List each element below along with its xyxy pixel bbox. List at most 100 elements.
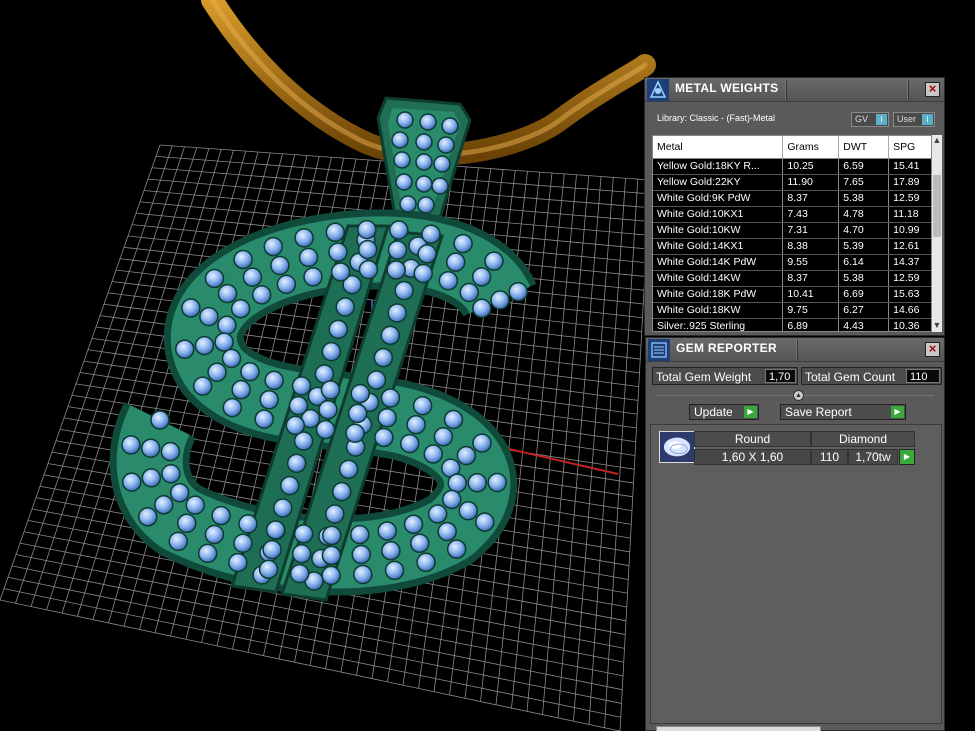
gem-stone (456, 445, 477, 466)
gem-stone (233, 249, 253, 270)
gem-stone (199, 306, 219, 327)
report-icon (648, 339, 670, 361)
total-gem-count-label: Total Gem Count (805, 370, 896, 384)
gem-stone (393, 151, 411, 169)
gem-stone (484, 251, 504, 271)
spg-cell: 17.89 (888, 174, 931, 191)
gem-stone (421, 224, 441, 244)
column-header-metal[interactable]: Metal (653, 136, 784, 159)
dollar-sign-pendant[interactable] (109, 96, 537, 602)
gem-stone (264, 370, 284, 391)
gem-list-scrollbar[interactable] (656, 726, 821, 731)
gem-reporter-titlebar[interactable]: GEM REPORTER × (646, 338, 944, 362)
table-row[interactable]: Yellow Gold:18KY R... 10.25 6.59 15.41 (653, 158, 931, 175)
gem-stone (303, 267, 323, 287)
metal-table-container[interactable]: Metal Grams DWT SPG Yellow Gold:18KY R..… (652, 135, 932, 332)
column-header-grams[interactable]: Grams (782, 136, 840, 159)
table-row[interactable]: White Gold:14KW 8.37 5.38 12.59 (653, 270, 931, 287)
gem-stone (230, 298, 251, 319)
table-row[interactable]: White Gold:10KW 7.31 4.70 10.99 (653, 222, 931, 239)
gem-stone (487, 472, 507, 493)
column-header-spg[interactable]: SPG (888, 136, 931, 159)
gem-stone (197, 543, 218, 564)
gem-stone (445, 252, 466, 272)
gem-stone (211, 505, 231, 526)
gem-stone (325, 222, 346, 243)
gem-stone (174, 339, 195, 359)
gv-toggle[interactable]: GV I (851, 112, 889, 127)
gem-stone (399, 195, 417, 213)
gem-stone (351, 544, 372, 565)
gem-stone (373, 347, 394, 368)
gem-stone (387, 240, 408, 260)
gem-stone (331, 481, 352, 502)
dwt-cell: 6.59 (838, 158, 890, 175)
close-icon[interactable]: × (925, 82, 940, 97)
table-row[interactable]: White Gold:9K PdW 8.37 5.38 12.59 (653, 190, 931, 207)
scroll-down-icon[interactable]: ▼ (932, 320, 942, 332)
table-row[interactable]: Yellow Gold:22KY 11.90 7.65 17.89 (653, 174, 931, 191)
gem-stone (437, 136, 455, 154)
spg-cell: 15.41 (888, 158, 931, 175)
scrollbar-thumb[interactable] (933, 175, 941, 237)
table-row[interactable]: Silver:.925 Sterling 6.89 4.43 10.36 (653, 318, 931, 331)
metal-table-scrollbar[interactable]: ▲ ▼ (932, 135, 942, 332)
gem-stone (433, 155, 451, 173)
gem-stone (347, 403, 368, 424)
gem-stone (251, 285, 272, 305)
gem-go-button[interactable]: ▶ (899, 449, 915, 465)
gem-stone (177, 513, 197, 534)
spg-cell: 10.99 (888, 222, 931, 239)
gem-stone (285, 415, 306, 436)
gem-stone (471, 267, 492, 287)
gem-stone (427, 504, 448, 524)
gem-stone (322, 525, 342, 546)
user-toggle[interactable]: User I (893, 112, 935, 127)
gem-stone (475, 512, 495, 532)
table-row[interactable]: White Gold:14KX1 8.38 5.39 12.61 (653, 238, 931, 255)
save-report-button[interactable]: Save Report ▶ (780, 404, 906, 420)
gem-stone (321, 565, 341, 586)
gem-stone (353, 564, 373, 585)
collapse-icon[interactable]: ▲ (793, 390, 804, 401)
total-gem-count: Total Gem Count 110 (801, 367, 942, 385)
scroll-up-icon[interactable]: ▲ (932, 135, 942, 147)
spg-cell: 11.18 (888, 206, 931, 223)
gem-stone (293, 524, 314, 544)
gem-stone (472, 298, 492, 319)
gem-stone (399, 433, 420, 454)
gem-stone (150, 410, 170, 430)
table-row[interactable]: White Gold:10KX1 7.43 4.78 11.18 (653, 206, 931, 223)
column-header-dwt[interactable]: DWT (838, 136, 890, 159)
gem-stone (265, 520, 286, 540)
gem-size-cell[interactable]: 1,60 X 1,60 (694, 449, 811, 465)
library-label: Library: Classic - (Fast)-Metal (657, 113, 776, 123)
gem-stone (315, 419, 336, 440)
gem-stone (453, 233, 473, 254)
gem-stone (276, 274, 297, 295)
metal-weights-table: Metal Grams DWT SPG Yellow Gold:18KY R..… (653, 136, 931, 331)
metal-name-cell: Yellow Gold:18KY R... (653, 158, 784, 175)
total-gem-count-value: 110 (906, 369, 940, 383)
gem-stone (259, 390, 279, 410)
gem-stone (291, 543, 312, 564)
gem-weight-cell[interactable]: 1,70tw (848, 449, 898, 465)
gem-stone (221, 348, 242, 369)
metal-weights-titlebar[interactable]: METAL WEIGHTS × (645, 78, 944, 102)
gem-stone (204, 524, 225, 545)
table-row[interactable]: White Gold:14K PdW 9.55 6.14 14.37 (653, 254, 931, 271)
grams-cell: 10.25 (782, 158, 840, 175)
gem-stone (328, 242, 348, 262)
gem-stone (153, 495, 174, 515)
gem-stone (386, 260, 406, 280)
table-row[interactable]: White Gold:18KW 9.75 6.27 14.66 (653, 302, 931, 319)
grams-cell: 8.38 (782, 238, 840, 255)
close-icon[interactable]: × (925, 342, 940, 357)
gem-stone (366, 370, 387, 390)
gem-count-cell[interactable]: 110 (811, 449, 848, 465)
gem-stone (217, 315, 237, 336)
gem-stone (345, 423, 365, 444)
update-button[interactable]: Update ▶ (689, 404, 759, 420)
gem-stone (140, 438, 161, 458)
table-row[interactable]: White Gold:18K PdW 10.41 6.69 15.63 (653, 286, 931, 303)
